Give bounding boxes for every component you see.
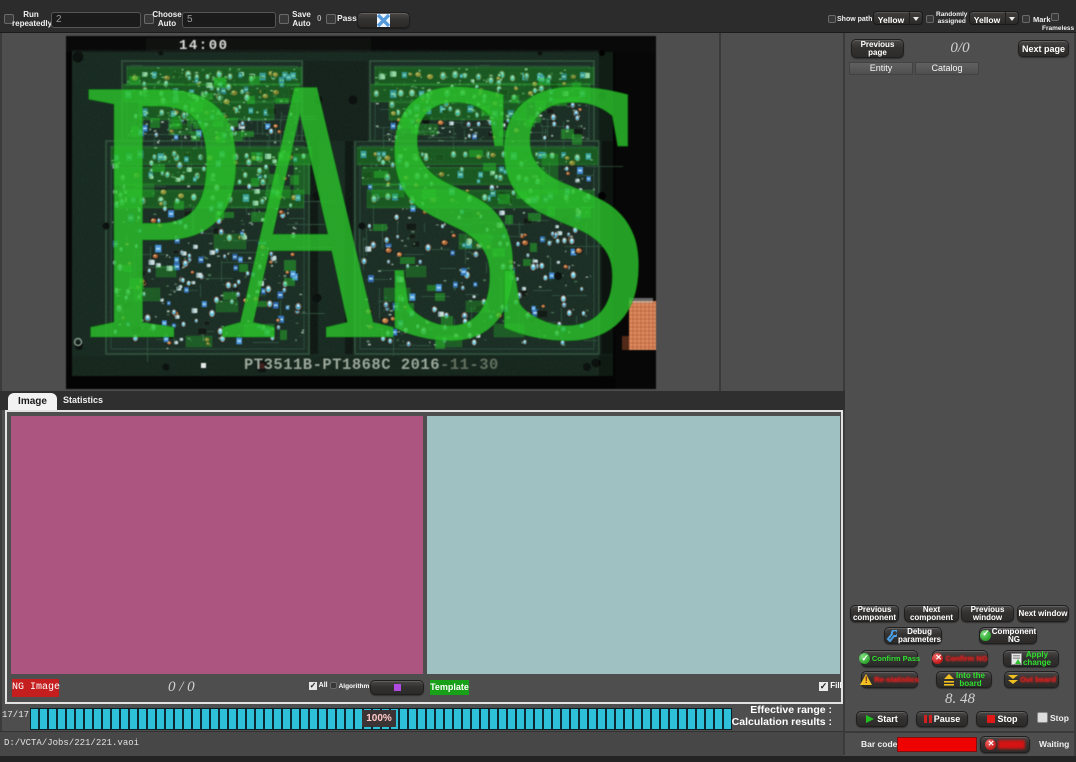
svg-text:A: A <box>220 36 395 389</box>
svg-text:S: S <box>483 36 656 389</box>
